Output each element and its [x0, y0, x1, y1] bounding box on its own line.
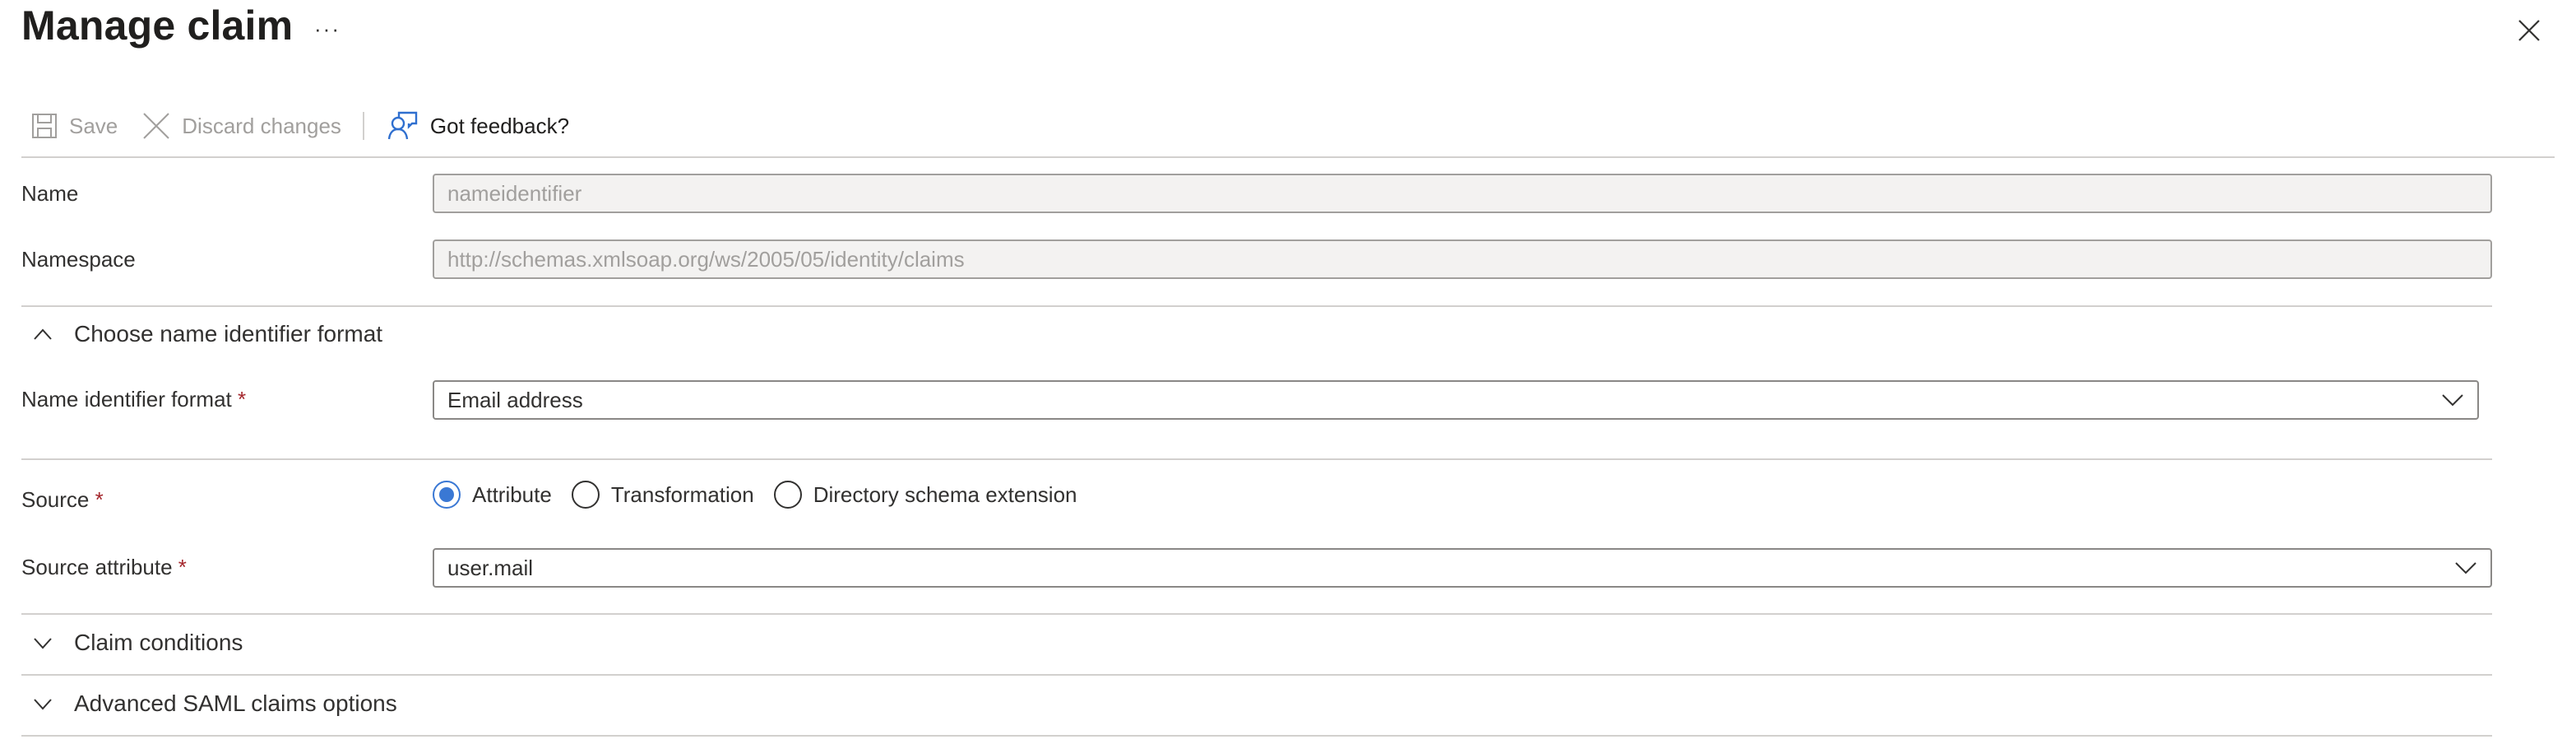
toolbar-divider: [21, 156, 2555, 158]
command-bar: Save Discard changes Got feedback?: [31, 107, 569, 145]
advanced-saml-title: Advanced SAML claims options: [74, 691, 397, 716]
chevron-down-icon: [2442, 394, 2463, 407]
divider: [21, 305, 2492, 307]
name-id-format-section-title: Choose name identifier format: [74, 321, 383, 346]
required-indicator: *: [238, 387, 247, 412]
required-indicator: *: [95, 487, 104, 512]
divider: [21, 613, 2492, 615]
discard-changes-label: Discard changes: [182, 113, 341, 138]
feedback-label: Got feedback?: [429, 113, 570, 138]
name-id-format-value: Email address: [447, 387, 583, 412]
feedback-icon: [387, 111, 418, 140]
source-option-attribute[interactable]: Attribute: [433, 481, 552, 509]
chevron-up-icon: [34, 328, 52, 340]
divider: [21, 735, 2492, 737]
radio-unselected-icon: [773, 481, 802, 509]
radio-unselected-icon: [571, 481, 600, 509]
save-label: Save: [69, 113, 118, 138]
source-option-transformation[interactable]: Transformation: [571, 481, 754, 509]
source-attribute-dropdown[interactable]: user.mail: [433, 548, 2492, 588]
save-icon: [32, 114, 57, 138]
namespace-label: Namespace: [21, 247, 136, 272]
required-indicator: *: [178, 555, 187, 579]
name-field[interactable]: nameidentifier: [433, 174, 2492, 213]
name-id-format-dropdown[interactable]: Email address: [433, 380, 2479, 420]
discard-icon: [143, 113, 169, 139]
advanced-saml-section-header[interactable]: Advanced SAML claims options: [33, 691, 397, 717]
namespace-value: http://schemas.xmlsoap.org/ws/2005/05/id…: [447, 246, 965, 272]
name-value: nameidentifier: [447, 180, 582, 206]
discard-changes-button[interactable]: Discard changes: [142, 112, 341, 140]
name-label: Name: [21, 181, 79, 206]
name-id-format-section-header[interactable]: Choose name identifier format: [33, 321, 382, 347]
toolbar-separator: [362, 112, 364, 140]
source-radio-group: Attribute Transformation Directory schem…: [433, 481, 1097, 509]
chevron-down-icon: [2455, 562, 2476, 574]
chevron-down-icon: [34, 638, 52, 649]
divider: [21, 458, 2492, 460]
source-option-directory-schema-extension[interactable]: Directory schema extension: [773, 481, 1077, 509]
close-button[interactable]: [2517, 18, 2541, 43]
namespace-field[interactable]: http://schemas.xmlsoap.org/ws/2005/05/id…: [433, 239, 2492, 279]
name-id-format-label: Name identifier format *: [21, 387, 247, 412]
divider: [21, 674, 2492, 676]
close-icon: [2518, 20, 2540, 41]
page-title: Manage claim: [21, 2, 294, 49]
claim-conditions-section-header[interactable]: Claim conditions: [33, 630, 243, 656]
save-button[interactable]: Save: [31, 113, 118, 139]
claim-conditions-title: Claim conditions: [74, 630, 243, 655]
feedback-button[interactable]: Got feedback?: [387, 111, 569, 141]
source-label: Source *: [21, 487, 104, 512]
radio-selected-icon: [433, 481, 461, 509]
source-attribute-value: user.mail: [447, 555, 534, 580]
chevron-down-icon: [34, 699, 52, 710]
more-options-button[interactable]: ···: [314, 16, 341, 42]
source-attribute-label: Source attribute *: [21, 555, 187, 579]
